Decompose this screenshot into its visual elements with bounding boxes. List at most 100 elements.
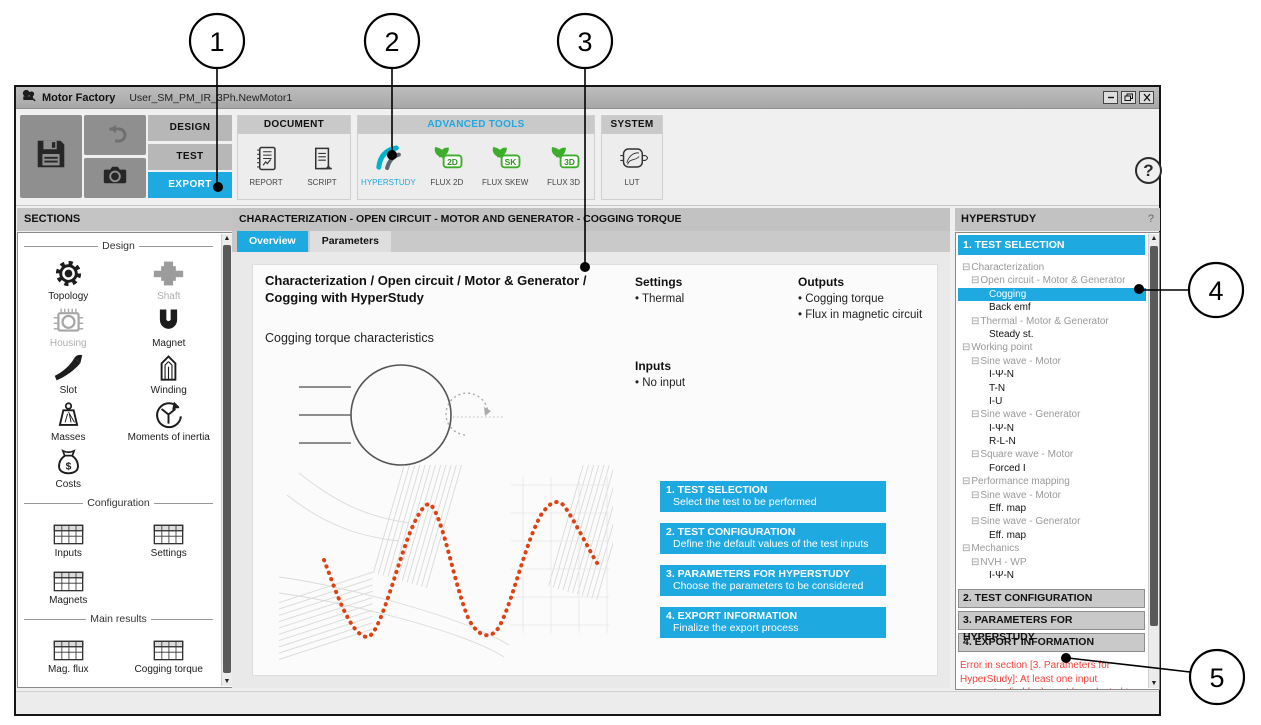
tree-item-eff-map[interactable]: Eff. map <box>958 502 1146 515</box>
tree-item-i-u[interactable]: I-U <box>958 395 1146 408</box>
sidebar-item-mag-flux[interactable]: Mag. flux <box>18 630 119 677</box>
expander-icon[interactable]: ⊟ <box>971 557 979 568</box>
section-test-configuration[interactable]: 2. TEST CONFIGURATION <box>958 589 1145 608</box>
scrollbar-thumb[interactable] <box>223 245 231 673</box>
report-label: REPORT <box>249 178 282 187</box>
expander-icon[interactable]: ⊟ <box>971 356 979 367</box>
tree-item-r-l-n[interactable]: R-L-N <box>958 435 1146 448</box>
tree-item-steady-st[interactable]: Steady st. <box>958 328 1146 341</box>
tree-item-back-emf[interactable]: Back emf <box>958 301 1146 314</box>
sidebar-item-magnet[interactable]: Magnet <box>119 304 220 351</box>
save-button[interactable] <box>20 115 82 198</box>
step-title: 1. TEST SELECTION <box>666 484 880 496</box>
bullet-item: • Thermal <box>635 291 684 307</box>
tree-item-i-n[interactable]: I-Ψ-N <box>958 569 1146 582</box>
flux-skew-button[interactable]: SK FLUX SKEW <box>477 142 533 187</box>
scroll-down-icon[interactable]: ▼ <box>222 678 232 685</box>
expander-icon[interactable]: ⊟ <box>971 490 979 501</box>
panel-help-icon[interactable]: ? <box>1148 208 1154 231</box>
section-export-information[interactable]: 4. EXPORT INFORMATION <box>958 633 1145 652</box>
camera-button[interactable] <box>84 158 146 198</box>
scrollbar-thumb[interactable] <box>1150 246 1158 626</box>
expander-icon[interactable]: ⊟ <box>971 316 979 327</box>
flux-2d-button[interactable]: 2D FLUX 2D <box>419 142 475 187</box>
expander-icon[interactable]: ⊟ <box>962 342 970 353</box>
tree-item-thermal-motor-generator[interactable]: ⊟Thermal - Motor & Generator <box>958 315 1146 328</box>
script-button[interactable]: SCRIPT <box>294 142 350 187</box>
outputs-heading: Outputs <box>798 275 936 289</box>
scroll-up-icon[interactable]: ▲ <box>1149 235 1159 242</box>
help-button[interactable]: ? <box>1135 157 1162 184</box>
table-icon <box>51 514 86 547</box>
sidebar-item-topology[interactable]: Topology <box>18 257 119 304</box>
settings-heading: Settings <box>635 275 684 289</box>
sidebar-item-label: Winding <box>151 385 187 396</box>
sidebar-item-label: Magnet <box>152 338 185 349</box>
expander-icon[interactable]: ⊟ <box>971 449 979 460</box>
tree-item-eff-map[interactable]: Eff. map <box>958 529 1146 542</box>
app-title: Motor Factory <box>42 92 115 104</box>
magnet-icon <box>153 304 184 337</box>
restore-icon[interactable] <box>1121 91 1136 104</box>
tree-item-mechanics[interactable]: ⊟Mechanics <box>958 542 1146 555</box>
sidebar-item-label: Masses <box>51 432 85 443</box>
expander-icon[interactable]: ⊟ <box>962 476 970 487</box>
sidebar-item-cogging-torque[interactable]: Cogging torque <box>119 630 220 677</box>
close-icon[interactable] <box>1139 91 1154 104</box>
tree-item-square-wave-motor[interactable]: ⊟Square wave - Motor <box>958 448 1146 461</box>
section-test-selection[interactable]: 1. TEST SELECTION <box>958 235 1145 255</box>
flux-3d-button[interactable]: 3D FLUX 3D <box>536 142 592 187</box>
sidebar-item-settings[interactable]: Settings <box>119 514 220 561</box>
sidebar-item-costs[interactable]: $Costs <box>18 445 119 492</box>
table-icon <box>151 630 186 663</box>
scroll-up-icon[interactable]: ▲ <box>222 235 232 242</box>
tree-item-sine-wave-motor[interactable]: ⊟Sine wave - Motor <box>958 355 1146 368</box>
step-subtitle: Finalize the export process <box>666 622 880 634</box>
tree-item-sine-wave-generator[interactable]: ⊟Sine wave - Generator <box>958 408 1146 421</box>
tab-parameters[interactable]: Parameters <box>310 231 391 252</box>
tab-overview[interactable]: Overview <box>237 231 308 252</box>
scroll-down-icon[interactable]: ▼ <box>1149 680 1159 687</box>
tree-item-sine-wave-motor[interactable]: ⊟Sine wave - Motor <box>958 489 1146 502</box>
advanced-tools-group: ADVANCED TOOLS HYPERSTUDY 2D FLUX 2D SK … <box>357 115 595 200</box>
sidebar-item-moments-of-inertia[interactable]: Moments of inertia <box>119 398 220 445</box>
tree-item-nvh-wp[interactable]: ⊟NVH - WP <box>958 556 1146 569</box>
tree-item-i-n[interactable]: I-Ψ-N <box>958 422 1146 435</box>
tree-item-open-circuit-motor-generator[interactable]: ⊟Open circuit - Motor & Generator <box>958 274 1146 287</box>
tree-item-performance-mapping[interactable]: ⊟Performance mapping <box>958 475 1146 488</box>
test-button[interactable]: TEST <box>148 144 232 170</box>
sections-scrollbar[interactable]: ▲ ▼ <box>221 234 232 686</box>
settings-column: Settings • Thermal <box>635 275 684 307</box>
minimize-icon[interactable] <box>1103 91 1118 104</box>
hyperstudy-scrollbar[interactable]: ▲ ▼ <box>1148 234 1159 688</box>
tree-item-forced-i[interactable]: Forced I <box>958 462 1146 475</box>
tree-item-i-n[interactable]: I-Ψ-N <box>958 368 1146 381</box>
expander-icon[interactable]: ⊟ <box>971 275 979 286</box>
lut-button[interactable]: LUT <box>604 142 660 187</box>
sidebar-item-inputs[interactable]: Inputs <box>18 514 119 561</box>
report-button[interactable]: REPORT <box>238 142 294 187</box>
export-button[interactable]: EXPORT <box>148 172 232 198</box>
sidebar-item-winding[interactable]: Winding <box>119 351 220 398</box>
toolbar: DESIGN TEST EXPORT DOCUMENT REPORT SCRIP… <box>16 109 1159 206</box>
sidebar-item-slot[interactable]: Slot <box>18 351 119 398</box>
tree-item-cogging[interactable]: Cogging <box>958 288 1146 301</box>
expander-icon[interactable]: ⊟ <box>971 516 979 527</box>
hyperstudy-panel-title: HYPERSTUDY ? <box>955 208 1160 231</box>
hyperstudy-button[interactable]: HYPERSTUDY <box>360 142 416 187</box>
script-icon <box>309 142 336 174</box>
sidebar-item-masses[interactable]: Masses <box>18 398 119 445</box>
expander-icon[interactable]: ⊟ <box>962 543 970 554</box>
expander-icon[interactable]: ⊟ <box>971 409 979 420</box>
undo-button[interactable] <box>84 115 146 155</box>
tree-item-working-point[interactable]: ⊟Working point <box>958 341 1146 354</box>
gear-icon <box>52 257 85 290</box>
design-button[interactable]: DESIGN <box>148 115 232 141</box>
tree-item-sine-wave-generator[interactable]: ⊟Sine wave - Generator <box>958 515 1146 528</box>
tree-item-characterization[interactable]: ⊟Characterization <box>958 261 1146 274</box>
tree-item-t-n[interactable]: T-N <box>958 382 1146 395</box>
section-parameters-for-hyperstudy[interactable]: 3. PARAMETERS FOR HYPERSTUDY <box>958 611 1145 630</box>
costs-icon: $ <box>53 445 84 478</box>
sidebar-item-magnets[interactable]: Magnets <box>18 561 119 608</box>
expander-icon[interactable]: ⊟ <box>962 262 970 273</box>
